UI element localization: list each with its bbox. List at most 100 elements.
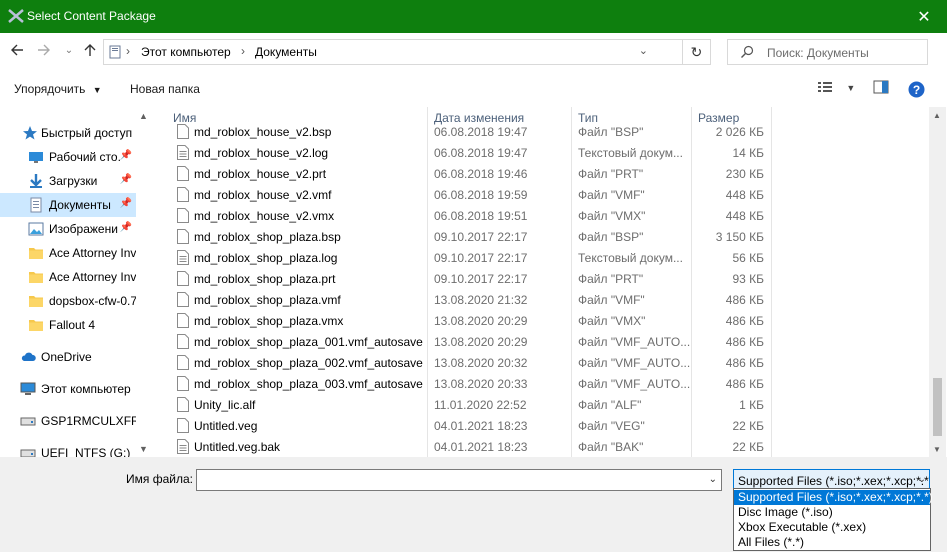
star-icon (23, 126, 37, 140)
file-type: Файл "VMF" (578, 188, 645, 202)
table-row[interactable]: md_roblox_house_v2.bsp 06.08.2018 19:47 Фа… (152, 121, 929, 142)
scroll-down-icon[interactable]: ▼ (933, 445, 941, 454)
folder-icon (29, 248, 43, 259)
sidebar-item-drive[interactable]: GSP1RMCULXFRE (0, 409, 136, 433)
file-name: Untitled.veg (194, 419, 258, 433)
folder-icon (29, 320, 43, 331)
arrow-left-icon (11, 44, 23, 56)
file-size: 486 КБ (725, 314, 764, 328)
filename-input[interactable]: ⌄ (196, 469, 722, 491)
search-input[interactable]: Поиск: Документы (727, 39, 928, 65)
table-row[interactable]: md_roblox_shop_plaza_001.vmf_autosave 13.… (152, 331, 929, 352)
back-button[interactable] (9, 43, 25, 59)
sidebar-item-folder[interactable]: Fallout 4 (0, 313, 136, 337)
drive-icon (20, 449, 36, 457)
table-row[interactable]: md_roblox_shop_plaza.vmx 13.08.2020 20:29… (152, 310, 929, 331)
address-bar[interactable]: › Этот компьютер › Документы ⌄ (103, 39, 683, 65)
table-row[interactable]: Unity_lic.alf 11.01.2020 22:52 Файл "ALF" 1… (152, 394, 929, 415)
file-size: 2 026 КБ (715, 125, 764, 139)
file-size: 230 КБ (725, 167, 764, 181)
file-name: md_roblox_shop_plaza_001.vmf_autosave (194, 335, 423, 349)
file-date: 13.08.2020 20:32 (434, 356, 528, 370)
file-size: 486 КБ (725, 335, 764, 349)
recent-locations-button[interactable]: ⌄ (61, 43, 77, 59)
sidebar-item-drive[interactable]: UEFI_NTFS (G:) (0, 441, 136, 457)
sidebar-item-onedrive[interactable]: OneDrive (0, 345, 136, 369)
desktop-icon (29, 152, 43, 163)
folder-icon (29, 272, 43, 283)
file-type-option[interactable]: Supported Files (*.iso;*.xex;*.xcp;*.*) (734, 490, 933, 505)
help-button[interactable]: ? (908, 81, 925, 99)
breadcrumb-separator: › (126, 44, 130, 58)
sidebar-item-documents[interactable]: Документы 📌 (0, 193, 136, 217)
breadcrumb-item[interactable]: Этот компьютер (141, 45, 231, 59)
pin-icon: 📌 (119, 198, 132, 209)
table-row[interactable]: md_roblox_house_v2.vmf 06.08.2018 19:59 Фа… (152, 184, 929, 205)
sidebar-scrollbar[interactable]: ▲ ▼ (136, 107, 152, 457)
table-row[interactable]: md_roblox_shop_plaza.vmf 13.08.2020 21:32… (152, 289, 929, 310)
scroll-down-icon[interactable]: ▼ (139, 444, 148, 454)
forward-button[interactable] (36, 43, 52, 59)
navigation-bar: ⌄ › Этот компьютер › Документы ⌄ ↻ Поиск… (0, 33, 947, 71)
file-name: Unity_lic.alf (194, 398, 256, 412)
caret-down-icon: ▼ (92, 85, 102, 95)
organize-button[interactable]: Упорядочить ▼ (14, 82, 102, 96)
organize-label: Упорядочить (14, 82, 86, 96)
sidebar-item-downloads[interactable]: Загрузки 📌 (0, 169, 136, 193)
file-icon (177, 187, 189, 202)
sidebar-item-folder[interactable]: Ace Attorney Inv (0, 265, 136, 289)
file-type-option[interactable]: All Files (*.*) (734, 535, 930, 550)
refresh-icon: ↻ (690, 43, 703, 60)
scroll-up-icon[interactable]: ▲ (933, 111, 941, 120)
table-row[interactable]: md_roblox_shop_plaza_003.vmf_autosave 13.… (152, 373, 929, 394)
up-button[interactable] (82, 43, 98, 59)
sidebar-item-label: Загрузки (49, 174, 98, 188)
preview-pane-button[interactable] (873, 80, 889, 98)
file-size: 1 КБ (739, 398, 764, 412)
sidebar-item-desktop[interactable]: Рабочий сто. 📌 (0, 145, 136, 169)
breadcrumb-item[interactable]: Документы (255, 45, 317, 59)
sidebar-item-label: Быстрый доступ (41, 126, 133, 140)
new-folder-button[interactable]: Новая папка (130, 82, 200, 96)
file-date: 11.01.2020 22:52 (434, 398, 527, 412)
table-row[interactable]: md_roblox_shop_plaza.log 09.10.2017 22:17… (152, 247, 929, 268)
chevron-down-icon[interactable]: ⌄ (709, 474, 717, 485)
file-date: 06.08.2018 19:46 (434, 167, 528, 181)
file-name: md_roblox_house_v2.vmx (194, 209, 335, 223)
scroll-up-icon[interactable]: ▲ (139, 111, 148, 121)
chevron-down-icon[interactable]: ⌄ (639, 44, 648, 57)
table-row[interactable]: md_roblox_house_v2.vmx 06.08.2018 19:51 Фа… (152, 205, 929, 226)
sidebar-item-pictures[interactable]: Изображени 📌 (0, 217, 136, 241)
file-name: md_roblox_house_v2.vmf (194, 188, 332, 202)
file-icon (177, 166, 189, 181)
file-date: 04.01.2021 18:23 (434, 419, 528, 433)
file-date: 04.01.2021 18:23 (434, 440, 528, 454)
table-row[interactable]: md_roblox_shop_plaza.bsp 09.10.2017 22:17… (152, 226, 929, 247)
file-icon (177, 397, 189, 412)
refresh-button[interactable]: ↻ (683, 39, 711, 65)
file-size: 93 КБ (732, 272, 764, 286)
title-bar: Select Content Package ✕ (0, 0, 947, 33)
sidebar-item-quick-access[interactable]: Быстрый доступ (0, 121, 136, 145)
chevron-down-icon: ⌄ (64, 45, 74, 56)
table-row[interactable]: Untitled.veg 04.01.2021 18:23 Файл "VEG" 22… (152, 415, 929, 436)
file-date: 09.10.2017 22:17 (434, 230, 528, 244)
table-row[interactable]: Untitled.veg.bak 04.01.2021 18:23 Файл "BA… (152, 436, 929, 457)
table-row[interactable]: md_roblox_shop_plaza_002.vmf_autosave 13.… (152, 352, 929, 373)
table-row[interactable]: md_roblox_shop_plaza.prt 09.10.2017 22:17… (152, 268, 929, 289)
scrollbar-thumb[interactable] (933, 378, 942, 436)
close-button[interactable]: ✕ (901, 0, 947, 33)
file-list-scrollbar[interactable]: ▲ ▼ (929, 107, 946, 457)
sidebar-item-this-pc[interactable]: Этот компьютер (0, 377, 136, 401)
sidebar-item-folder[interactable]: dopsbox-cfw-0.7 (0, 289, 136, 313)
view-options-button[interactable]: ▼ (817, 80, 855, 98)
file-size: 448 КБ (725, 188, 764, 202)
table-row[interactable]: md_roblox_house_v2.prt 06.08.2018 19:46 Фа… (152, 163, 929, 184)
file-type-option[interactable]: Disc Image (*.iso) (734, 505, 930, 520)
file-name: md_roblox_shop_plaza_003.vmf_autosave (194, 377, 423, 391)
file-type-option[interactable]: Xbox Executable (*.xex) (734, 520, 930, 535)
sidebar-item-folder[interactable]: Ace Attorney Inv (0, 241, 136, 265)
file-size: 14 КБ (732, 146, 764, 160)
table-row[interactable]: md_roblox_house_v2.log 06.08.2018 19:47 Те… (152, 142, 929, 163)
file-size: 22 КБ (732, 419, 764, 433)
